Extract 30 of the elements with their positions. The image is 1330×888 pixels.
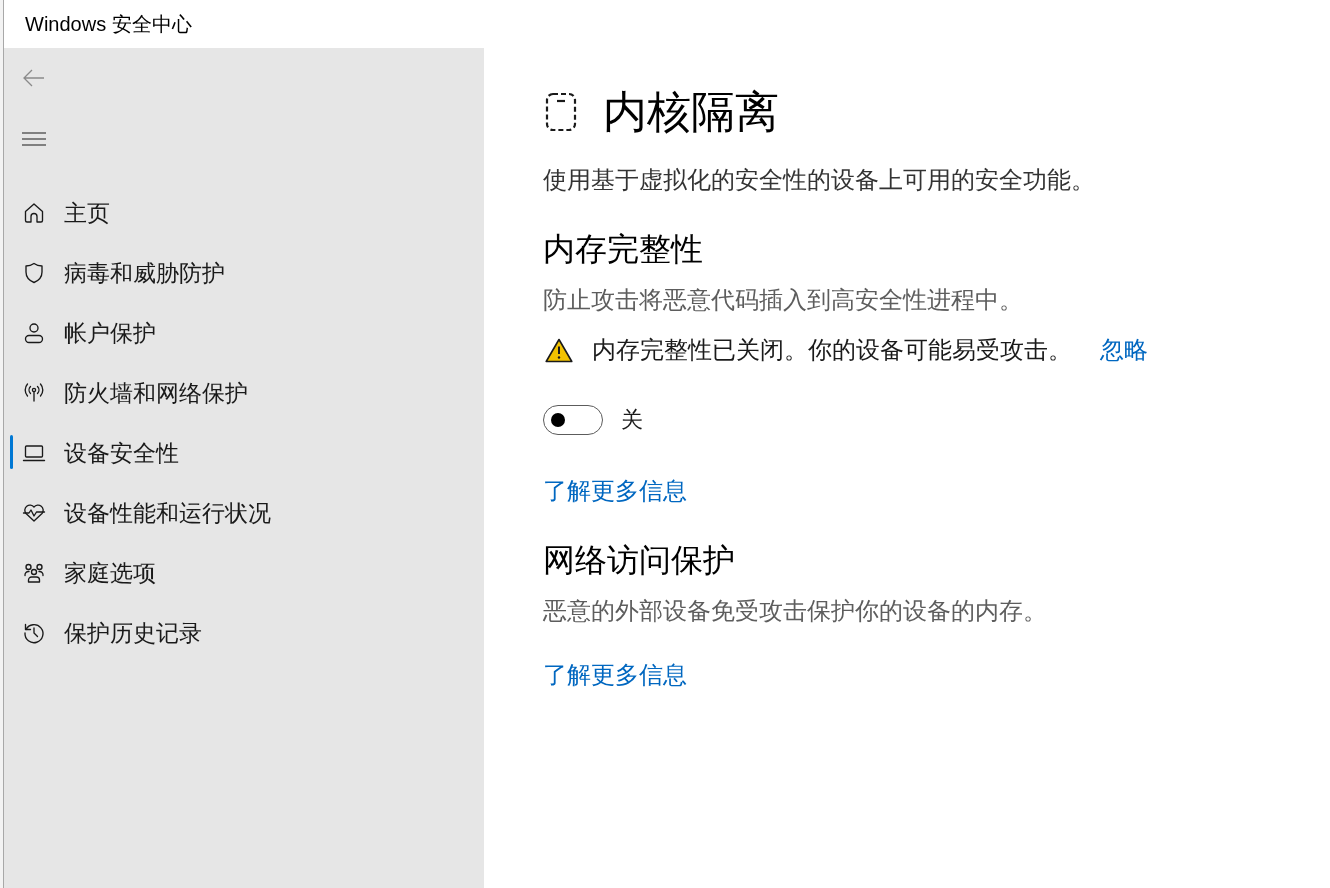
nav-item[interactable]: 帐户保护 (4, 303, 484, 363)
learn-more-link[interactable]: 了解更多信息 (543, 658, 687, 692)
nav-item[interactable]: 设备安全性 (4, 423, 484, 483)
history-icon (22, 621, 46, 645)
antenna-icon (22, 381, 46, 405)
section-heading: 网络访问保护 (543, 541, 735, 580)
family-icon (22, 561, 46, 585)
nav-item[interactable]: 保护历史记录 (4, 603, 484, 663)
warning-icon (545, 337, 573, 363)
section-description: 恶意的外部设备免受攻击保护你的设备的内存。 (543, 596, 1047, 626)
person-icon (22, 321, 46, 345)
nav-item[interactable]: 防火墙和网络保护 (4, 363, 484, 423)
toggle-state-label: 关 (621, 406, 643, 434)
nav-item[interactable]: 主页 (4, 183, 484, 243)
page-description: 使用基于虚拟化的安全性的设备上可用的安全功能。 (543, 165, 1095, 195)
ignore-link[interactable]: 忽略 (1100, 333, 1148, 367)
learn-more-link[interactable]: 了解更多信息 (543, 474, 687, 508)
nav-item[interactable]: 病毒和威胁防护 (4, 243, 484, 303)
warning-message: 内存完整性已关闭。你的设备可能易受攻击。 (592, 335, 1072, 365)
page-title: 内核隔离 (603, 86, 779, 138)
window-title: Windows 安全中心 (25, 12, 192, 37)
toggle-switch[interactable] (543, 405, 603, 435)
menu-icon (22, 132, 46, 146)
home-icon (22, 201, 46, 225)
section-description: 防止攻击将恶意代码插入到高安全性进程中。 (543, 285, 1023, 315)
nav-item[interactable]: 设备性能和运行状况 (4, 483, 484, 543)
nav-item[interactable]: 家庭选项 (4, 543, 484, 603)
dashed-device-icon (545, 92, 577, 132)
shield-icon (22, 261, 46, 285)
section-heading: 内存完整性 (543, 230, 703, 269)
